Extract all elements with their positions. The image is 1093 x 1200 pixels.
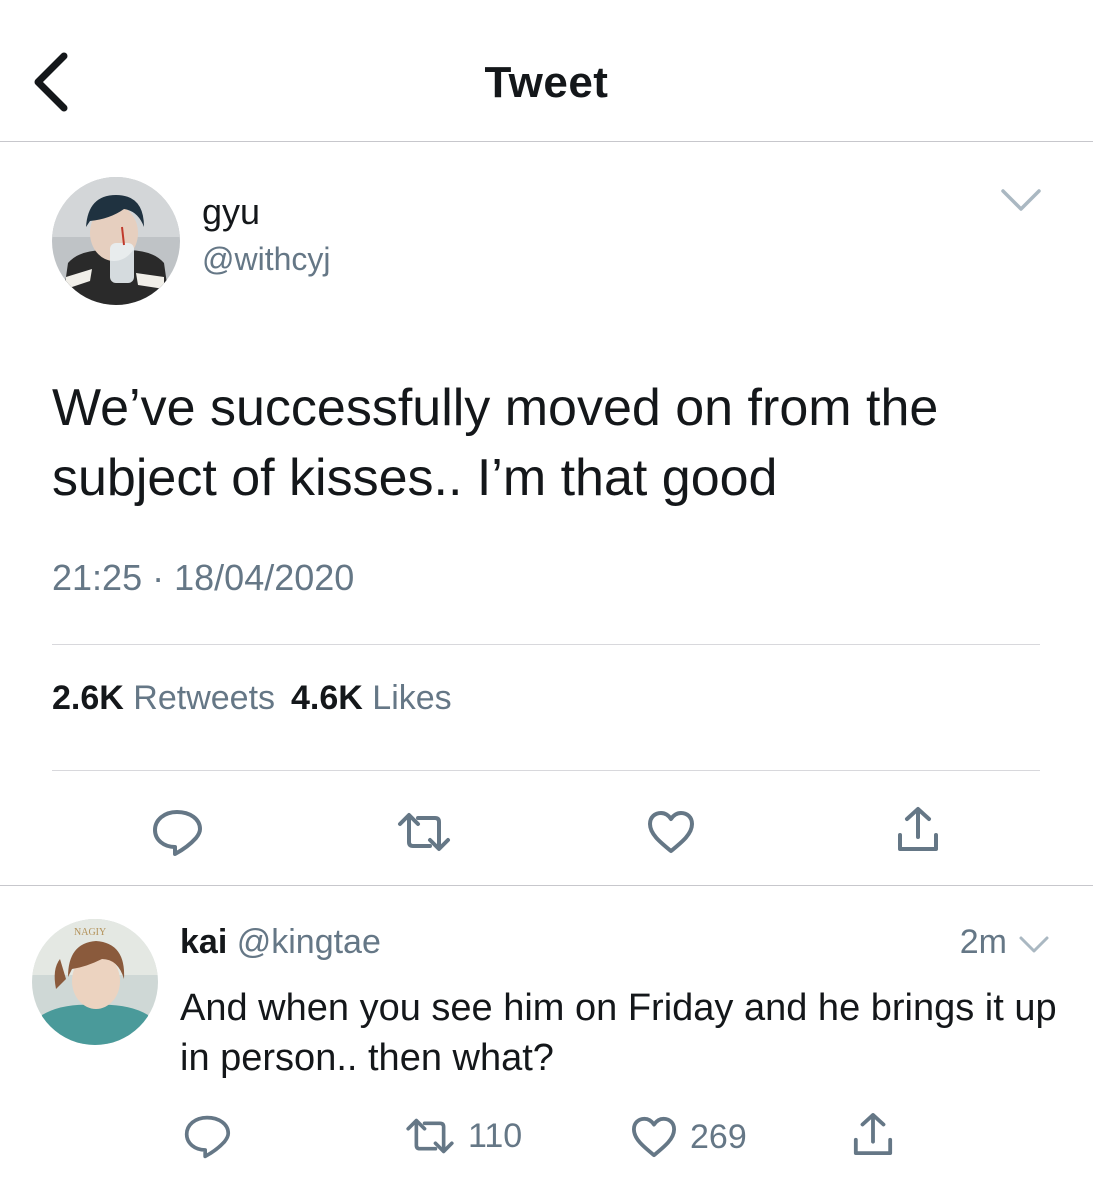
reply-time: 2m	[959, 923, 1007, 961]
retweet-count: 2.6K	[52, 679, 124, 717]
heart-icon	[632, 1116, 676, 1158]
reply-icon	[153, 810, 202, 856]
avatar[interactable]: NAGIY	[32, 919, 158, 1045]
like-count: 269	[690, 1117, 747, 1156]
avatar-watermark: NAGIY	[74, 927, 106, 938]
retweet-button[interactable]: 110	[404, 1116, 522, 1156]
retweet-button[interactable]	[396, 810, 452, 854]
tweet-text: And when you see him on Friday and he br…	[180, 987, 1057, 1079]
display-name[interactable]: kai	[180, 923, 227, 961]
page-title: Tweet	[484, 58, 609, 107]
share-icon	[853, 1113, 893, 1156]
user-handle[interactable]: @withcyj	[202, 241, 331, 278]
engagement-stats: 2.6K Retweets 4.6K Likes	[52, 679, 452, 718]
like-label: Likes	[372, 679, 452, 717]
chevron-down-icon	[1019, 936, 1049, 953]
share-icon	[898, 807, 938, 851]
main-tweet: gyu @withcyj We’ve successfully moved on…	[0, 143, 1093, 886]
share-button[interactable]	[896, 805, 940, 855]
profile-photo	[52, 177, 180, 305]
more-options-button[interactable]	[999, 185, 1043, 215]
separator-dot: ·	[152, 557, 165, 598]
likes-stat[interactable]: 4.6K Likes	[291, 679, 452, 717]
reply-button[interactable]	[150, 807, 204, 859]
retweet-label: Retweets	[133, 679, 276, 717]
tweet-text: We’ve successfully moved on from the sub…	[52, 379, 939, 507]
tweet-time: 21:25	[52, 557, 143, 598]
tweet-timestamp: 21:25 · 18/04/2020	[52, 557, 354, 599]
tweet-date: 18/04/2020	[174, 557, 355, 598]
divider	[52, 770, 1040, 771]
retweet-icon	[398, 813, 450, 851]
reply-tweet[interactable]: NAGIY kai @kingtae 2m And when you see h…	[0, 887, 1093, 1200]
more-options-button[interactable]	[1017, 933, 1051, 957]
heart-icon	[648, 811, 694, 853]
avatar[interactable]	[52, 177, 180, 305]
like-button[interactable]	[646, 809, 696, 855]
like-button[interactable]: 269	[630, 1115, 747, 1159]
reply-author: kai @kingtae	[180, 923, 381, 962]
retweet-icon	[406, 1118, 454, 1154]
profile-photo: NAGIY	[32, 919, 158, 1045]
reply-icon	[184, 1115, 231, 1159]
reply-button[interactable]	[182, 1113, 232, 1161]
top-bar: Tweet	[0, 0, 1093, 142]
share-button[interactable]	[852, 1111, 894, 1159]
retweets-stat[interactable]: 2.6K Retweets	[52, 679, 275, 717]
user-handle[interactable]: @kingtae	[237, 923, 381, 961]
chevron-down-icon	[1001, 189, 1041, 211]
retweet-count: 110	[468, 1116, 523, 1155]
like-count: 4.6K	[291, 679, 363, 717]
divider	[52, 644, 1040, 645]
display-name[interactable]: gyu	[202, 191, 260, 233]
